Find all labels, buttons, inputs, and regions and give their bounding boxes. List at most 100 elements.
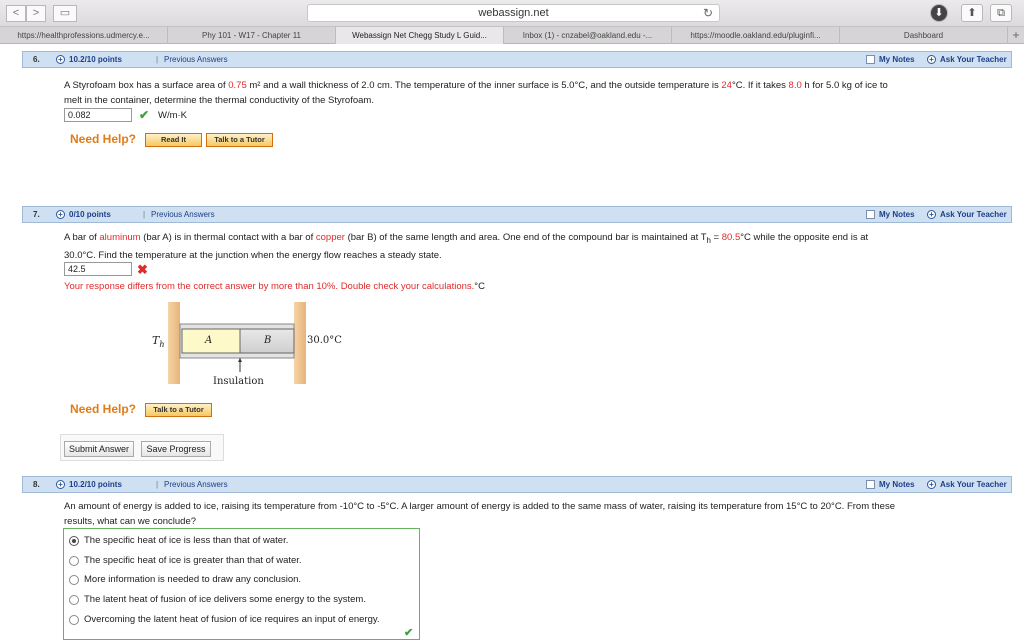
compound-bar-figure: Th A B 30.0°C Insulation <box>150 302 350 392</box>
q8-text-line2: results, what can we conclude? <box>64 516 197 527</box>
q7-text-part: = <box>710 232 722 243</box>
ask-teacher-plus-icon[interactable]: + <box>927 210 936 219</box>
save-progress-button[interactable]: Save Progress <box>141 441 211 457</box>
q7-unit: °C <box>474 281 485 292</box>
back-icon: < <box>12 7 20 19</box>
bar-a-label: A <box>205 335 213 346</box>
radio-button[interactable] <box>69 595 79 605</box>
option-label: The latent heat of fusion of ice deliver… <box>84 594 366 605</box>
forward-button[interactable]: > <box>26 5 46 22</box>
my-notes-checkbox[interactable] <box>866 55 875 64</box>
separator: | <box>143 210 146 219</box>
sidebar-button[interactable]: ▭ <box>53 5 77 22</box>
th-label: Th <box>152 334 165 349</box>
option-label: More information is needed to draw any c… <box>84 574 302 585</box>
tab-strip: https://healthprofessions.udmercy.e... P… <box>0 27 1024 44</box>
q7-feedback: Your response differs from the correct a… <box>64 279 485 294</box>
tab-phy101[interactable]: Phy 101 - W17 - Chapter 11 <box>168 27 336 44</box>
q6-text-part: A Styrofoam box has a surface area of <box>64 80 229 91</box>
expand-plus-icon[interactable]: + <box>56 480 65 489</box>
q7-text-part: °C while the opposite end is at <box>740 232 869 243</box>
q8-text-line1: An amount of energy is added to ice, rai… <box>64 501 896 512</box>
tab-udmercy[interactable]: https://healthprofessions.udmercy.e... <box>0 27 168 44</box>
q7-text-part: (bar A) is in thermal contact with a bar… <box>140 232 316 243</box>
expand-plus-icon[interactable]: + <box>56 210 65 219</box>
hot-reservoir <box>168 302 180 384</box>
my-notes-link[interactable]: My Notes <box>879 207 915 222</box>
need-help-label: Need Help? <box>70 402 137 416</box>
points-link[interactable]: 10.2/10 points <box>69 477 122 492</box>
back-button[interactable]: < <box>6 5 26 22</box>
my-notes-link[interactable]: My Notes <box>879 477 915 492</box>
radio-selected[interactable] <box>69 536 79 546</box>
option-label: Overcoming the latent heat of fusion of … <box>84 614 380 625</box>
previous-answers-link[interactable]: Previous Answers <box>164 52 228 67</box>
q7-th-value: 80.5 <box>721 232 741 243</box>
question-7-header: 7. + 0/10 points | Previous Answers My N… <box>22 206 1012 223</box>
reload-icon[interactable]: ↻ <box>703 5 713 21</box>
previous-answers-link[interactable]: Previous Answers <box>151 207 215 222</box>
browser-toolbar: < > ▭ webassign.net ↻ ⬇ ⬆ ⧉ <box>0 0 1024 27</box>
ask-teacher-plus-icon[interactable]: + <box>927 55 936 64</box>
bar-b-label: B <box>264 335 272 346</box>
submit-area: Submit Answer Save Progress <box>60 434 224 461</box>
previous-answers-link[interactable]: Previous Answers <box>164 477 228 492</box>
new-tab-button[interactable]: + <box>1008 27 1024 44</box>
insulation-arrowhead <box>238 358 242 362</box>
tab-webassign[interactable]: Webassign Net Chegg Study L Guid... <box>336 27 504 44</box>
question-6-text: A Styrofoam box has a surface area of 0.… <box>64 78 888 108</box>
question-6-header: 6. + 10.2/10 points | Previous Answers M… <box>22 51 1012 68</box>
ask-teacher-link[interactable]: Ask Your Teacher <box>940 52 1007 67</box>
submit-answer-button[interactable]: Submit Answer <box>64 441 134 457</box>
radio-button[interactable] <box>69 556 79 566</box>
ask-teacher-plus-icon[interactable]: + <box>927 480 936 489</box>
q8-options: The specific heat of ice is less than th… <box>63 528 420 640</box>
separator: | <box>156 55 159 64</box>
plus-icon: + <box>1012 28 1020 42</box>
points-link[interactable]: 0/10 points <box>69 207 111 222</box>
q6-text-part: m² and a wall thickness of 2.0 cm. The t… <box>246 80 722 91</box>
tabs-icon: ⧉ <box>997 7 1005 19</box>
q7-feedback-text: Your response differs from the correct a… <box>64 281 475 292</box>
correct-check-icon: ✔ <box>139 108 150 122</box>
share-button[interactable]: ⬆ <box>961 4 983 22</box>
my-notes-link[interactable]: My Notes <box>879 52 915 67</box>
talk-to-tutor-button[interactable]: Talk to a Tutor <box>145 403 212 417</box>
share-icon: ⬆ <box>967 7 977 19</box>
tab-inbox[interactable]: Inbox (1) - cnzabel@oakland.edu -... <box>504 27 672 44</box>
tab-dashboard[interactable]: Dashboard <box>840 27 1008 44</box>
question-8-text: An amount of energy is added to ice, rai… <box>64 499 895 529</box>
q7-answer-input[interactable]: 42.5 <box>64 262 132 276</box>
ask-teacher-link[interactable]: Ask Your Teacher <box>940 477 1007 492</box>
cold-reservoir <box>294 302 306 384</box>
points-link[interactable]: 10.2/10 points <box>69 52 122 67</box>
my-notes-checkbox[interactable] <box>866 480 875 489</box>
expand-plus-icon[interactable]: + <box>56 55 65 64</box>
q7-text-part: A bar of <box>64 232 100 243</box>
q7-metal-a: aluminum <box>99 232 141 243</box>
q6-answer-input[interactable]: 0.082 <box>64 108 132 122</box>
right-temp-label: 30.0°C <box>307 335 342 346</box>
separator: | <box>156 480 159 489</box>
q6-area-value: 0.75 <box>228 80 247 91</box>
show-tabs-button[interactable]: ⧉ <box>990 4 1012 22</box>
radio-button[interactable] <box>69 615 79 625</box>
read-it-button[interactable]: Read It <box>145 133 202 147</box>
q6-text-part: °C. If it takes <box>731 80 789 91</box>
forward-icon: > <box>32 7 40 19</box>
radio-button[interactable] <box>69 575 79 585</box>
talk-to-tutor-button[interactable]: Talk to a Tutor <box>206 133 273 147</box>
q6-text-line2: melt in the container, determine the the… <box>64 95 374 106</box>
address-text: webassign.net <box>478 7 549 19</box>
download-button[interactable]: ⬇ <box>930 4 948 22</box>
question-7-text: A bar of aluminum (bar A) is in thermal … <box>64 230 868 263</box>
q6-unit: W/m·K <box>158 110 188 121</box>
address-bar[interactable]: webassign.net ↻ <box>307 4 720 22</box>
my-notes-checkbox[interactable] <box>866 210 875 219</box>
insulation-label: Insulation <box>213 376 264 387</box>
tab-moodle[interactable]: https://moodle.oakland.edu/pluginfi... <box>672 27 840 44</box>
need-help-label: Need Help? <box>70 132 137 146</box>
q6-hours-value: 8.0 <box>788 80 802 91</box>
ask-teacher-link[interactable]: Ask Your Teacher <box>940 207 1007 222</box>
q7-metal-b: copper <box>315 232 345 243</box>
